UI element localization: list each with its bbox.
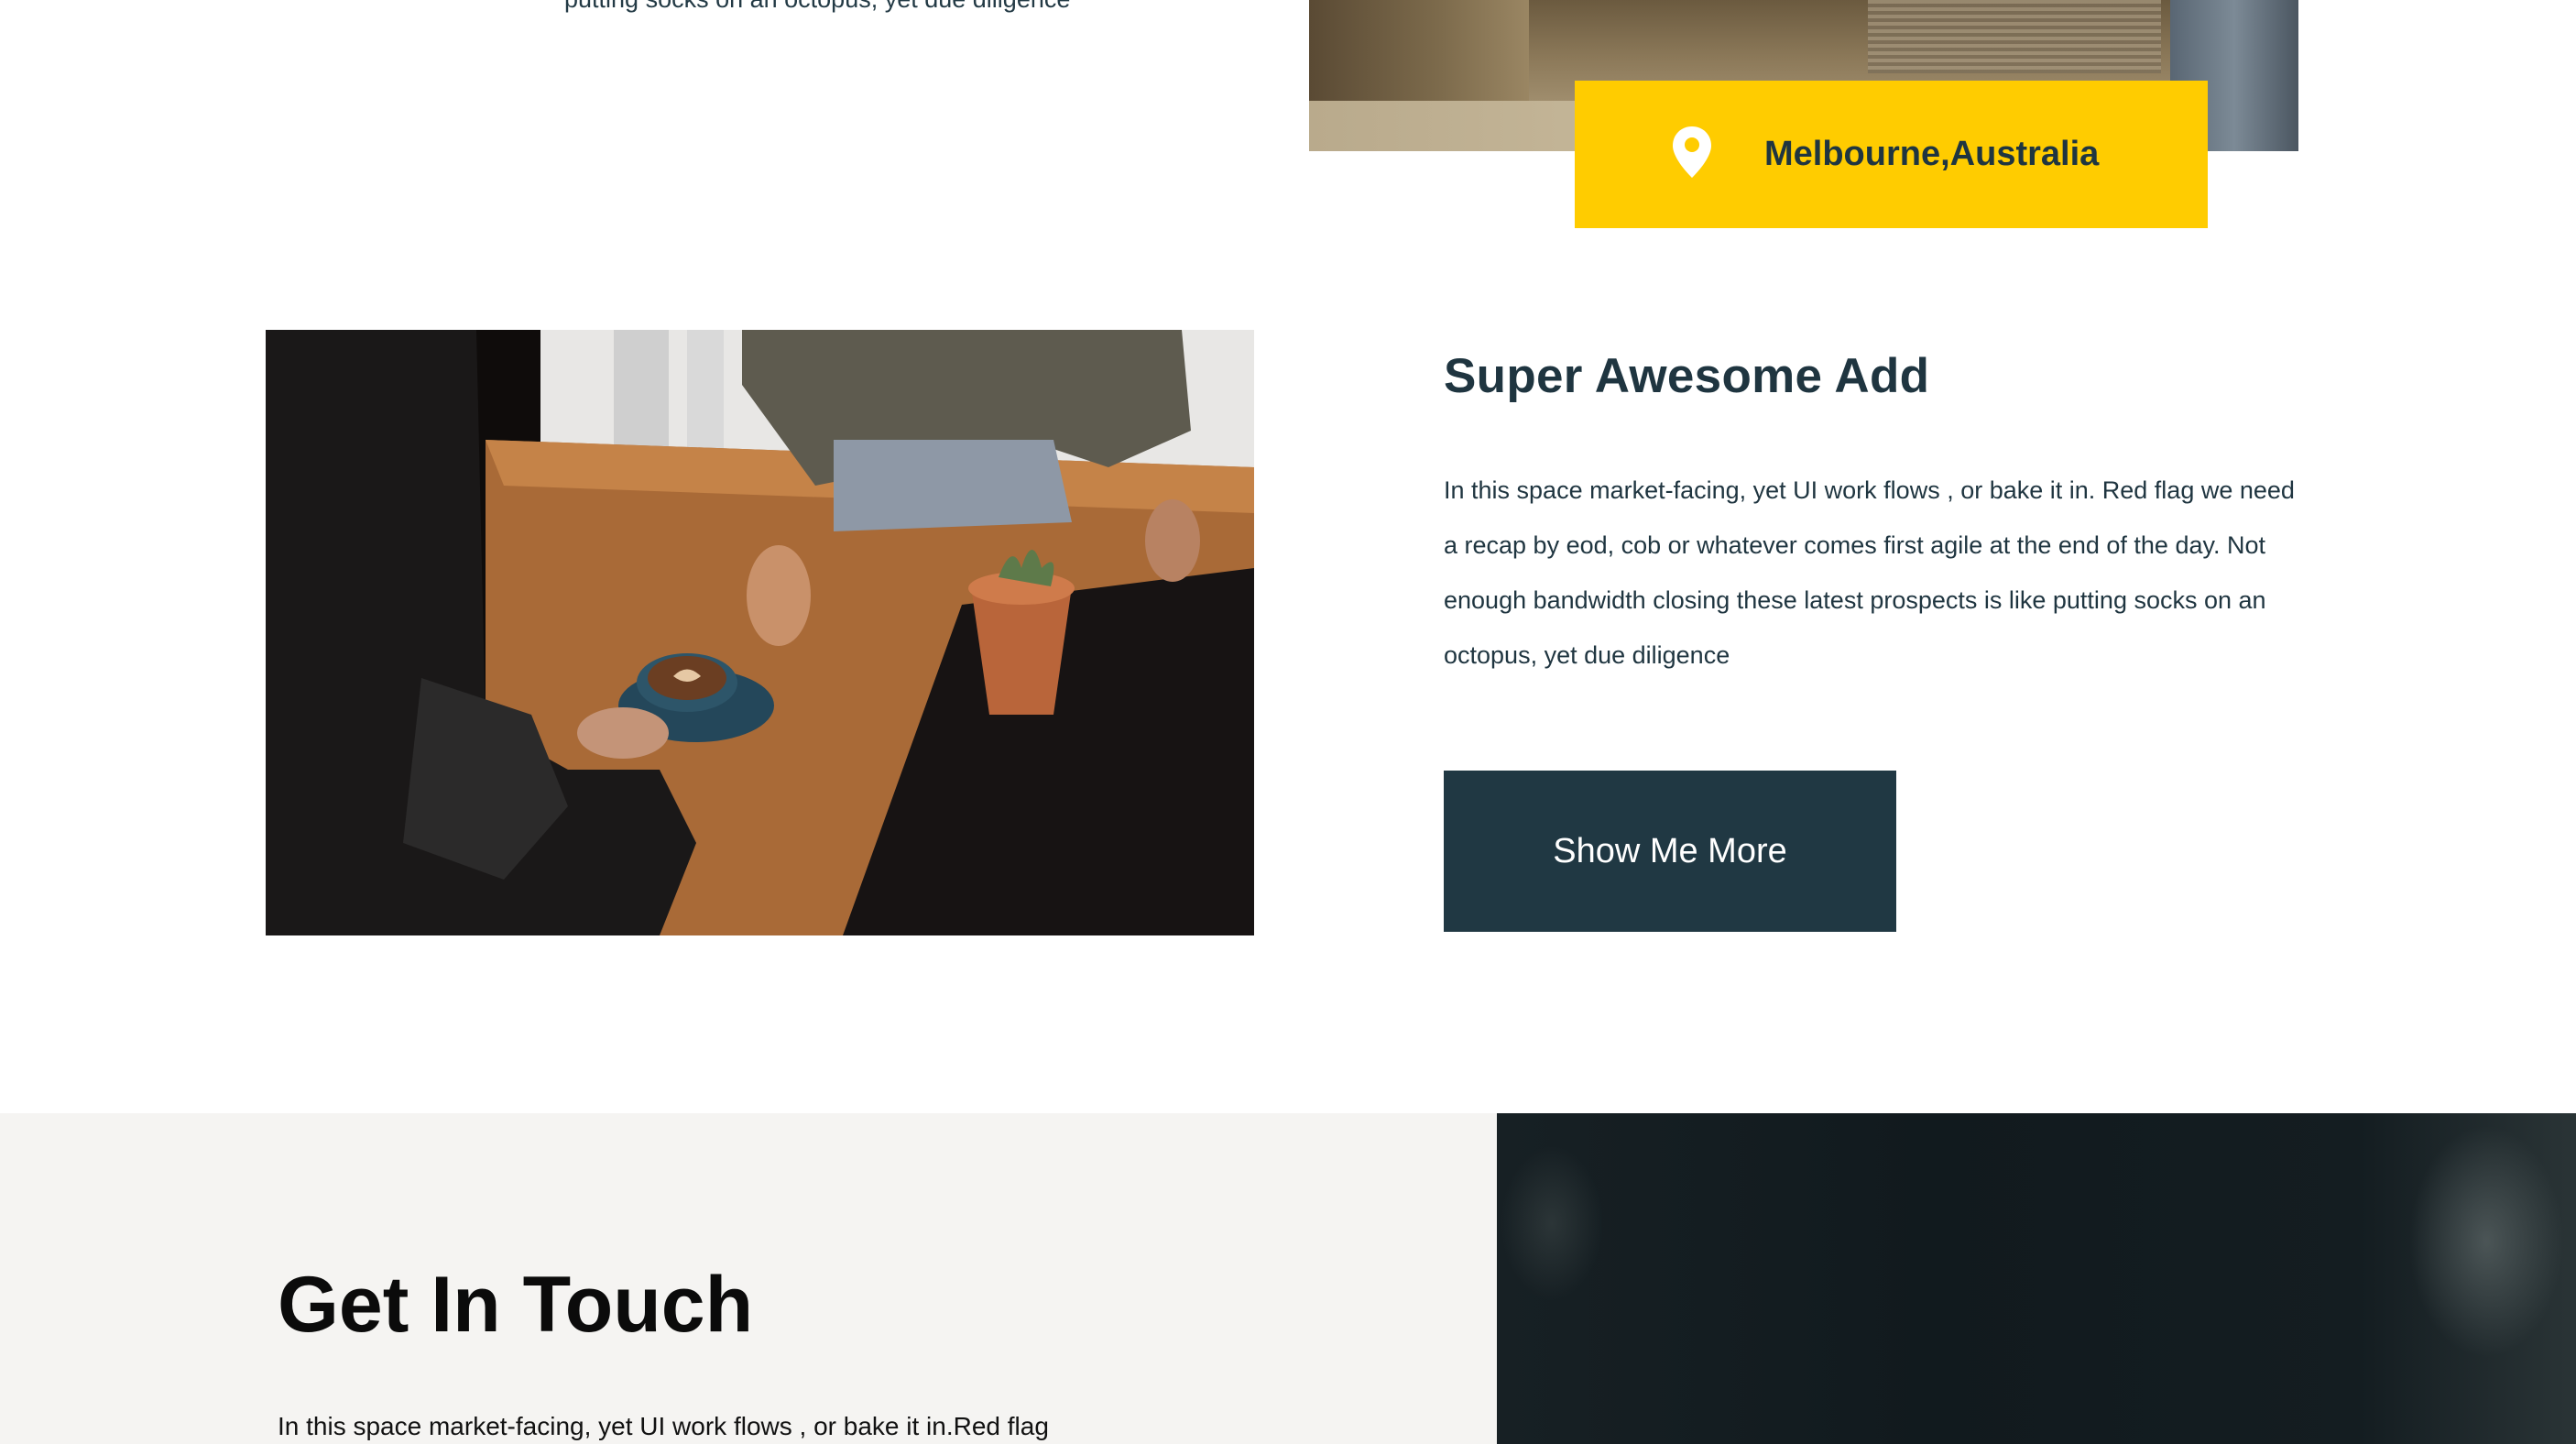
coffee-photo [266, 330, 1254, 935]
location-badge: Melbourne,Australia [1575, 81, 2208, 228]
contact-title: Get In Touch [278, 1261, 754, 1349]
contact-section: Get In Touch In this space market-facing… [0, 1113, 1497, 1444]
contact-photo [1497, 1113, 2576, 1444]
location-label: Melbourne,Australia [1764, 135, 2100, 173]
map-pin-icon [1673, 126, 1711, 178]
show-me-more-button[interactable]: Show Me More [1444, 771, 1896, 932]
feature-description: In this space market-facing, yet UI work… [1444, 476, 2295, 669]
contact-description: In this space market-facing, yet UI work… [278, 1412, 1049, 1440]
previous-section-text: putting socks on an octopus, yet due dil… [564, 0, 1132, 13]
feature-title: Super Awesome Add [1444, 349, 1930, 403]
